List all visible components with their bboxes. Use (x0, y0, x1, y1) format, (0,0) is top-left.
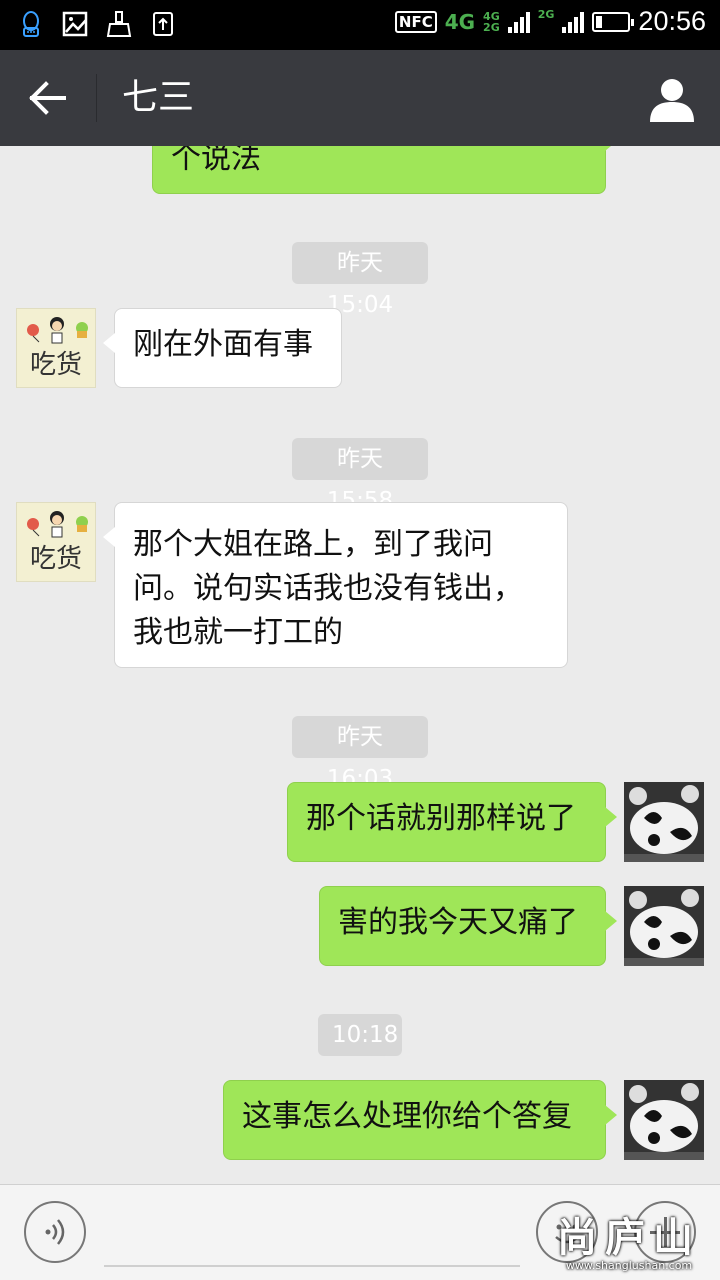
my-avatar[interactable] (624, 886, 704, 966)
chat-title: 七三 (122, 77, 195, 118)
message-bubble-in[interactable]: 刚在外面有事 (103, 308, 342, 388)
contact-avatar[interactable]: 吃货 (16, 502, 96, 582)
cupcake-icon (76, 516, 88, 532)
emoji-button[interactable] (536, 1201, 598, 1263)
message-bubble-out[interactable]: 害的我今天又痛了 (319, 886, 617, 966)
voice-icon (45, 1219, 65, 1245)
signal-bars-2 (562, 11, 585, 33)
upload-icon (153, 12, 173, 36)
cupcake-icon (76, 322, 88, 338)
message-bubble-out[interactable]: 这事怎么处理你给个答复 (223, 1080, 617, 1160)
timestamp: 10:18 (318, 1014, 402, 1056)
cleaner-icon (106, 11, 132, 37)
input-bar: 尚庐山 www.shanglushan.com (0, 1184, 720, 1280)
timestamp: 昨天 15:58 (292, 438, 428, 514)
cow-pattern-avatar-icon (624, 782, 704, 862)
battery-icon (592, 11, 635, 32)
person-icon[interactable] (648, 76, 696, 122)
nfc-indicator: NFC (394, 10, 437, 33)
status-left-icons (18, 10, 176, 38)
emoji-icon (555, 1224, 579, 1244)
avatar-label: 吃货 (29, 544, 82, 574)
message-bubble-out[interactable]: 那个话就别那样说了 (287, 782, 617, 862)
contact-avatar[interactable]: 吃货 (16, 308, 96, 388)
my-avatar[interactable] (624, 1080, 704, 1160)
network-type: 4G (444, 9, 476, 34)
message-bubble-out-partial[interactable]: 个说法 (152, 146, 617, 194)
sim1-network: 4G 2G (483, 9, 500, 34)
voice-button[interactable] (24, 1201, 86, 1263)
image-icon (62, 11, 88, 37)
message-bubble-in[interactable]: 那个大姐在路上，到了我问问。说句实话我也没有钱出，我也就一打工的 (103, 502, 568, 668)
sim2-network: 2G (537, 7, 555, 21)
avatar-label: 吃货 (29, 350, 82, 380)
message-input[interactable] (104, 1205, 520, 1267)
clock: 20:56 (638, 6, 706, 36)
qq-icon (23, 11, 39, 37)
status-bar: NFC 4G 4G 2G 2G 20:56 (0, 0, 720, 50)
cow-pattern-avatar-icon (624, 886, 704, 966)
timestamp: 昨天 15:04 (292, 242, 428, 318)
my-avatar[interactable] (624, 782, 704, 862)
back-arrow-icon[interactable] (26, 78, 70, 118)
cow-pattern-avatar-icon (624, 1080, 704, 1160)
timestamp: 昨天 16:03 (292, 716, 428, 792)
header-divider (96, 74, 97, 122)
chat-header: 七三 (0, 50, 720, 146)
status-right: NFC 4G 4G 2G 2G 20:56 (394, 6, 706, 37)
chat-messages[interactable]: 个说法 昨天 15:04 吃货 刚在外面有事 昨天 15:58 吃货 那个大姐在… (0, 146, 720, 1184)
lollipop-icon (27, 518, 40, 537)
lollipop-icon (27, 324, 40, 343)
plus-button[interactable] (634, 1201, 696, 1263)
signal-bars-1 (507, 11, 530, 33)
